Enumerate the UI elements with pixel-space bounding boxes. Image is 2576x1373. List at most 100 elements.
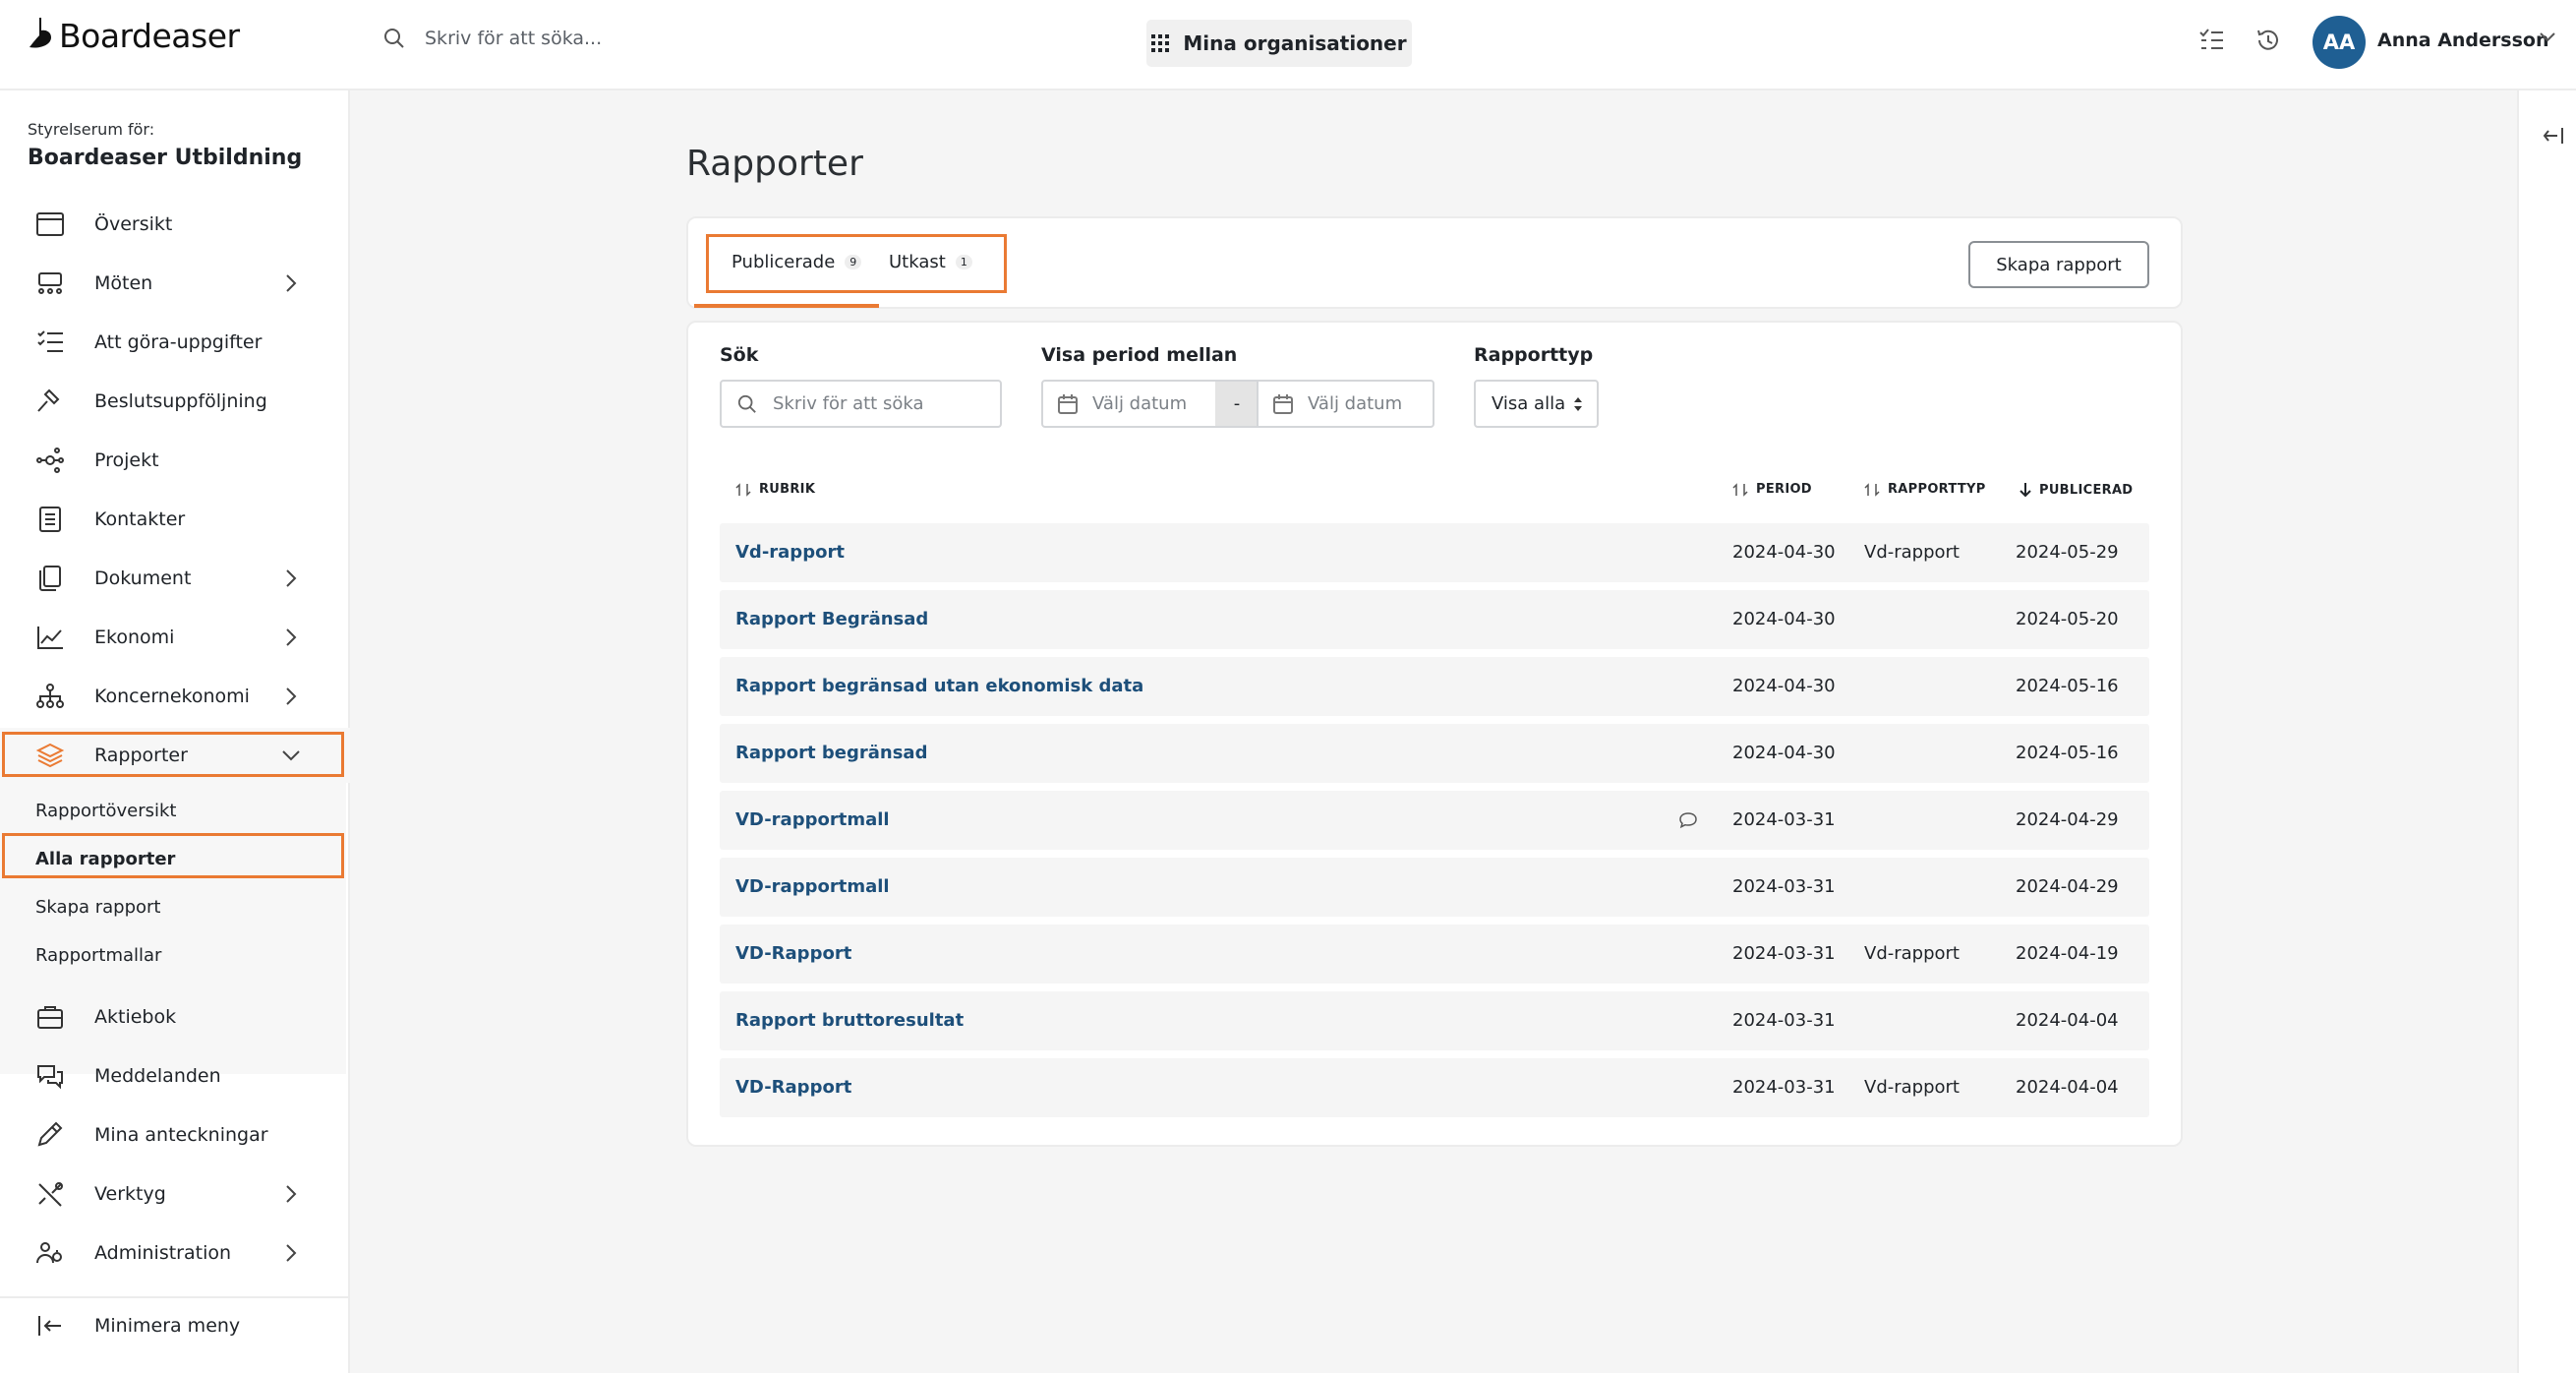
search-icon <box>737 394 756 413</box>
submenu-item-skapa-rapport[interactable]: Skapa rapport <box>35 897 161 918</box>
report-published: 2024-04-19 <box>2016 943 2119 964</box>
expand-panel-icon[interactable] <box>2543 126 2564 146</box>
grid-icon <box>1151 34 1170 52</box>
tab-publicerade[interactable]: Publicerade 9 <box>732 252 862 272</box>
sidebar-item-verktyg[interactable]: Verktyg <box>0 1166 350 1222</box>
chevron-down-icon[interactable] <box>2539 31 2556 43</box>
table-row[interactable]: Rapport Begränsad 2024-04-30 2024-05-20 <box>720 590 2149 649</box>
report-title-link[interactable]: VD-rapportmall <box>735 876 890 897</box>
user-name[interactable]: Anna Andersson <box>2377 30 2548 51</box>
task-list-icon[interactable] <box>2198 28 2224 53</box>
search-placeholder: Skriv för att söka <box>773 393 924 414</box>
logo[interactable]: Boardeaser <box>26 14 240 57</box>
sidebar-item-ekonomi[interactable]: Ekonomi <box>0 610 350 665</box>
report-type: Vd-rapport <box>1864 1077 1960 1098</box>
top-header: Boardeaser Skriv för att söka... Mina or… <box>0 0 2576 90</box>
layers-icon <box>35 743 65 768</box>
sidebar-item-mina-anteckningar[interactable]: Mina anteckningar <box>0 1107 350 1163</box>
column-header-rapporttyp[interactable]: RAPPORTTYP <box>1864 482 1986 497</box>
chat-bubbles-icon <box>37 1065 63 1090</box>
report-type-select[interactable]: Visa alla <box>1474 380 1599 428</box>
global-search-placeholder: Skriv för att söka... <box>425 28 603 49</box>
sort-arrows-icon <box>1574 396 1582 411</box>
sidebar-item-att-gora[interactable]: Att göra-uppgifter <box>0 315 350 370</box>
report-title-link[interactable]: Rapport Begränsad <box>735 609 928 629</box>
tab-utkast[interactable]: Utkast 1 <box>889 252 972 272</box>
column-header-rubrik[interactable]: RUBRIK <box>735 482 815 497</box>
table-row[interactable]: Rapport begränsad utan ekonomisk data 20… <box>720 657 2149 716</box>
sort-icon <box>735 482 751 497</box>
report-title-link[interactable]: Vd-rapport <box>735 542 845 563</box>
report-type-value: Visa alla <box>1492 393 1566 414</box>
sidebar-item-kontakter[interactable]: Kontakter <box>0 492 350 547</box>
date-to-input[interactable]: Välj datum <box>1257 380 1434 428</box>
sidebar-item-administration[interactable]: Administration <box>0 1225 350 1281</box>
create-report-button[interactable]: Skapa rapport <box>1968 241 2149 288</box>
network-icon <box>36 448 64 473</box>
minimize-menu-label: Minimera meny <box>94 1315 241 1337</box>
search-input[interactable]: Skriv för att söka <box>720 380 1002 428</box>
boardeaser-logo-icon <box>29 18 51 48</box>
report-published: 2024-05-29 <box>2016 542 2119 563</box>
report-title-link[interactable]: VD-rapportmall <box>735 809 890 830</box>
sidebar-item-label: Administration <box>94 1242 232 1264</box>
report-title-link[interactable]: Rapport begränsad <box>735 743 927 763</box>
report-published: 2024-04-04 <box>2016 1077 2119 1098</box>
column-header-period[interactable]: PERIOD <box>1732 482 1812 497</box>
sidebar-item-rapporter[interactable]: Rapporter <box>0 728 350 783</box>
sidebar-item-oversikt[interactable]: Översikt <box>0 197 350 252</box>
pencil-icon <box>37 1121 63 1147</box>
submenu-item-rapportmallar[interactable]: Rapportmallar <box>35 945 161 966</box>
column-header-publicerad[interactable]: PUBLICERAD <box>2020 482 2133 498</box>
my-organisations-button[interactable]: Mina organisationer <box>1146 20 1412 67</box>
table-row[interactable]: Rapport begränsad 2024-04-30 2024-05-16 <box>720 724 2149 783</box>
sidebar-item-moten[interactable]: Möten <box>0 256 350 311</box>
sidebar-item-dokument[interactable]: Dokument <box>0 551 350 606</box>
submenu-item-alla-rapporter[interactable]: Alla rapporter <box>35 849 175 869</box>
report-published: 2024-04-29 <box>2016 876 2119 897</box>
table-row[interactable]: VD-Rapport 2024-03-31 Vd-rapport 2024-04… <box>720 1058 2149 1117</box>
comment-icon[interactable] <box>1678 810 1698 830</box>
table-row[interactable]: Rapport bruttoresultat 2024-03-31 2024-0… <box>720 991 2149 1050</box>
date-from-input[interactable]: Välj datum <box>1041 380 1218 428</box>
report-title-link[interactable]: Rapport bruttoresultat <box>735 1010 964 1031</box>
meeting-icon <box>38 272 62 294</box>
sidebar-item-meddelanden[interactable]: Meddelanden <box>0 1048 350 1104</box>
submenu-item-rapportoversikt[interactable]: Rapportöversikt <box>35 801 176 821</box>
sidebar-item-label: Rapporter <box>94 745 188 766</box>
report-type: Vd-rapport <box>1864 542 1960 563</box>
briefcase-icon <box>37 1006 63 1029</box>
chevron-down-icon <box>282 750 300 761</box>
sidebar-item-label: Mina anteckningar <box>94 1124 268 1146</box>
global-search[interactable]: Skriv för att söka... <box>383 28 602 49</box>
line-chart-icon <box>37 627 63 649</box>
report-title-link[interactable]: Rapport begränsad utan ekonomisk data <box>735 676 1143 696</box>
report-type: Vd-rapport <box>1864 943 1960 964</box>
report-type-label: Rapporttyp <box>1474 344 1594 366</box>
sidebar-item-projekt[interactable]: Projekt <box>0 433 350 488</box>
chevron-right-icon <box>286 274 297 292</box>
sort-icon <box>1864 482 1880 497</box>
users-admin-icon <box>36 1242 62 1264</box>
tab-label: Utkast <box>889 252 946 272</box>
table-row[interactable]: VD-rapportmall 2024-03-31 2024-04-29 <box>720 858 2149 917</box>
report-title-link[interactable]: VD-Rapport <box>735 1077 851 1098</box>
table-row[interactable]: VD-rapportmall 2024-03-31 2024-04-29 <box>720 791 2149 850</box>
sidebar-item-aktiebok[interactable]: Aktiebok <box>0 989 350 1045</box>
avatar[interactable]: AA <box>2313 16 2366 69</box>
sidebar-item-beslutsuppfoljning[interactable]: Beslutsuppföljning <box>0 374 350 429</box>
column-header-label: PERIOD <box>1756 482 1812 497</box>
sidebar-item-koncernekonomi[interactable]: Koncernekonomi <box>0 669 350 724</box>
page-title: Rapporter <box>686 144 863 184</box>
boardroom-subtitle: Styrelserum för: <box>28 120 155 139</box>
history-icon[interactable] <box>2255 28 2281 53</box>
search-icon <box>384 29 404 48</box>
minimize-menu-button[interactable]: Minimera meny <box>0 1298 350 1353</box>
report-period: 2024-04-30 <box>1732 743 1836 763</box>
date-from-placeholder: Välj datum <box>1092 393 1188 414</box>
sidebar-item-label: Aktiebok <box>94 1006 177 1028</box>
table-row[interactable]: Vd-rapport 2024-04-30 Vd-rapport 2024-05… <box>720 523 2149 582</box>
report-title-link[interactable]: VD-Rapport <box>735 943 851 964</box>
report-published: 2024-05-16 <box>2016 743 2119 763</box>
table-row[interactable]: VD-Rapport 2024-03-31 Vd-rapport 2024-04… <box>720 925 2149 984</box>
